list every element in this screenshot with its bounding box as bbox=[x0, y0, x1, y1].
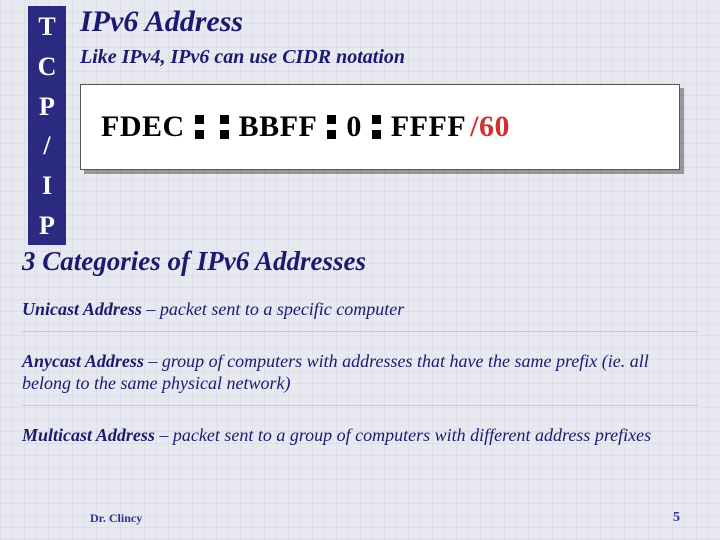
sidebar-letter: P bbox=[28, 86, 66, 126]
addr-seg-1: FDEC bbox=[101, 110, 185, 144]
colon-icon bbox=[327, 115, 336, 139]
definitions-list: Unicast Address – packet sent to a speci… bbox=[22, 298, 698, 474]
sidebar-letter: P bbox=[28, 205, 66, 245]
definition-term: Anycast Address bbox=[22, 351, 144, 371]
addr-suffix: /60 bbox=[470, 110, 510, 144]
definition-term: Unicast Address bbox=[22, 299, 142, 319]
addr-seg-3: 0 bbox=[346, 110, 362, 144]
sidebar-letter: I bbox=[28, 165, 66, 205]
colon-icon bbox=[220, 115, 229, 139]
sidebar-letter: T bbox=[28, 6, 66, 46]
colon-icon bbox=[372, 115, 381, 139]
colon-icon bbox=[195, 115, 204, 139]
page-title: IPv6 Address bbox=[80, 5, 243, 39]
sidebar-letter: / bbox=[28, 125, 66, 165]
addr-seg-2: BBFF bbox=[239, 110, 318, 144]
definition-row: Anycast Address – group of computers wit… bbox=[22, 350, 698, 406]
definition-desc: – packet sent to a group of computers wi… bbox=[155, 425, 651, 445]
definition-term: Multicast Address bbox=[22, 425, 155, 445]
definition-row: Multicast Address – packet sent to a gro… bbox=[22, 424, 698, 457]
definition-desc: – packet sent to a specific computer bbox=[142, 299, 404, 319]
page-subtitle: Like IPv4, IPv6 can use CIDR notation bbox=[80, 46, 405, 69]
section-heading: 3 Categories of IPv6 Addresses bbox=[22, 246, 366, 277]
footer-author: Dr. Clincy bbox=[90, 511, 142, 526]
footer-page-number: 5 bbox=[673, 510, 680, 526]
sidebar-letter: C bbox=[28, 46, 66, 86]
definition-row: Unicast Address – packet sent to a speci… bbox=[22, 298, 698, 332]
addr-seg-4: FFFF bbox=[391, 110, 466, 144]
address-example-box: FDEC BBFF 0 FFFF /60 bbox=[80, 84, 680, 170]
sidebar-tcp-ip: T C P / I P bbox=[28, 6, 66, 245]
